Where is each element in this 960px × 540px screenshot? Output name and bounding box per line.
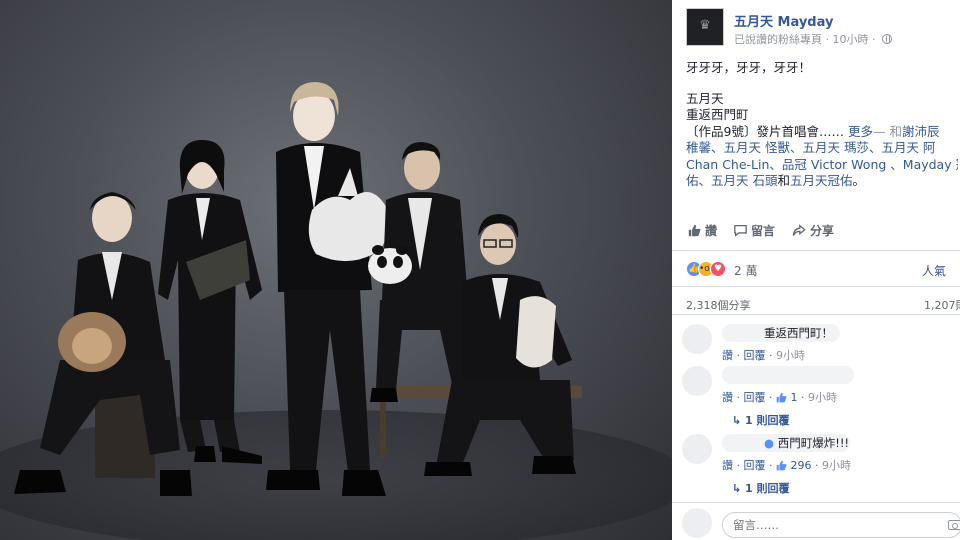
comment-like-link[interactable]: 讚 [722, 349, 733, 362]
divider [672, 314, 960, 315]
camera-icon[interactable] [948, 520, 960, 530]
liked-page-label: 已說讚的粉絲專頁 [734, 33, 822, 46]
reply-arrow-icon: ↳ [732, 482, 746, 495]
like-label: 讚 [705, 224, 718, 238]
verified-badge-icon: ● [764, 436, 775, 450]
comment-meta: 讚 · 回覆 · 1 · 9小時 [722, 391, 837, 404]
comment-icon [734, 224, 747, 237]
avatar[interactable] [682, 324, 712, 354]
post-line: 佑、五月天 石頭和五月天冠佑。 [686, 173, 958, 190]
reactions-bar[interactable]: 👍 •o• ♥ 2 萬 人氣 [686, 261, 960, 279]
comment-like-link[interactable]: 讚 [722, 391, 733, 404]
post-photo[interactable] [0, 0, 672, 540]
comment-like-count[interactable]: 296 [791, 459, 812, 472]
thumbs-up-icon [776, 392, 787, 403]
post-line: 〔作品9號〕發片首唱會…… 更多— 和謝沛辰 [686, 124, 958, 141]
avatar [682, 508, 712, 538]
comments-count[interactable]: 1,207則 [924, 297, 960, 313]
post-line-text: 〔作品9號〕發片首唱會…… [686, 123, 844, 139]
post-side-panel: ♛ 五月天 Mayday 已說讚的粉絲專頁 · 10小時 · 牙牙牙，牙牙，牙牙… [672, 0, 960, 540]
love-reaction-icon: ♥ [710, 261, 726, 277]
replies-label: 1 則回覆 [745, 482, 790, 495]
post-line: 重返西門町 [686, 107, 749, 122]
sort-top-comments[interactable]: 人氣 [922, 262, 946, 279]
comment-time[interactable]: 9小時 [808, 391, 837, 404]
view-replies-link[interactable]: ↳ 1 則回覆 [732, 412, 790, 428]
comment-input[interactable] [722, 512, 960, 538]
replies-label: 1 則回覆 [745, 414, 790, 427]
post-line: 牙牙牙，牙牙，牙牙！ [686, 60, 812, 75]
member-4 [368, 142, 474, 402]
avatar[interactable] [682, 434, 712, 464]
comment-bubble [722, 366, 854, 384]
divider [672, 502, 960, 503]
comment-reply-link[interactable]: 回覆 [744, 349, 766, 362]
globe-icon[interactable] [882, 34, 892, 44]
thumbs-up-icon [776, 460, 787, 471]
comment-text: 重返西門町！ [764, 326, 833, 340]
comment-time[interactable]: 9小時 [776, 349, 805, 362]
comment-meta: 讚 · 回覆 · 296 · 9小時 [722, 459, 851, 472]
view-replies-link[interactable]: ↳ 1 則回覆 [732, 480, 790, 496]
reply-arrow-icon: ↳ [732, 414, 746, 427]
post-line: 五月天 [686, 90, 724, 106]
and-text: 和 [777, 173, 790, 188]
divider [672, 286, 960, 287]
post-text: 牙牙牙，牙牙，牙牙！ 五月天 重返西門町 〔作品9號〕發片首唱會…… 更多— 和… [686, 60, 958, 190]
comment-reply-link[interactable]: 回覆 [744, 459, 766, 472]
share-icon [792, 224, 806, 236]
tag-separator: — 和 [872, 123, 902, 139]
page-meta: 已說讚的粉絲專頁 · 10小時 · [734, 31, 892, 47]
avatar[interactable] [682, 366, 712, 396]
tag-link[interactable]: 謝沛辰 [902, 124, 940, 139]
shares-row: 2,318個分享 1,207則 [686, 297, 960, 313]
tag-list[interactable]: Chan Che-Lin、品冠 Victor Wong 、Mayday 冠 [686, 157, 958, 174]
post-actions: 讚 留言 分享 [686, 222, 960, 242]
share-button[interactable]: 分享 [792, 222, 834, 239]
tag-link[interactable]: 五月天冠佑 [790, 173, 853, 188]
mayday-logo-icon: ♛ [699, 18, 711, 33]
reaction-count[interactable]: 2 萬 [734, 262, 757, 279]
comment-button[interactable]: 留言 [734, 222, 775, 239]
comment-label: 留言 [751, 224, 776, 238]
comment-like-count[interactable]: 1 [791, 391, 798, 404]
period: 。 [852, 173, 866, 188]
divider [672, 250, 960, 251]
comment-time[interactable]: 9小時 [822, 459, 851, 472]
share-label: 分享 [810, 224, 835, 238]
band-photo-illustration [0, 82, 672, 540]
comment-reply-link[interactable]: 回覆 [744, 391, 766, 404]
comment-like-link[interactable]: 讚 [722, 459, 733, 472]
post-time[interactable]: 10小時 [833, 33, 869, 46]
comment-body: 西門町爆炸!!! [777, 436, 850, 450]
tag-list[interactable]: 佑、五月天 石頭 [686, 173, 777, 188]
comment-composer [682, 508, 960, 540]
shares-count[interactable]: 2,318個分享 [686, 299, 751, 312]
comment-text: ● 西門町爆炸!!! [764, 435, 849, 451]
page-name-link[interactable]: 五月天 Mayday [734, 11, 833, 30]
like-button[interactable]: 讚 [688, 222, 717, 239]
thumbs-up-icon [688, 224, 701, 237]
post-header: ♛ 五月天 Mayday 已說讚的粉絲專頁 · 10小時 · [686, 8, 960, 48]
comment-meta: 讚 · 回覆 · 9小時 [722, 349, 805, 362]
tag-list[interactable]: 稚馨、五月天 怪獸、五月天 瑪莎、五月天 阿 [686, 140, 958, 157]
page-avatar[interactable]: ♛ [686, 8, 724, 46]
see-more-link[interactable]: 更多 [848, 124, 873, 139]
